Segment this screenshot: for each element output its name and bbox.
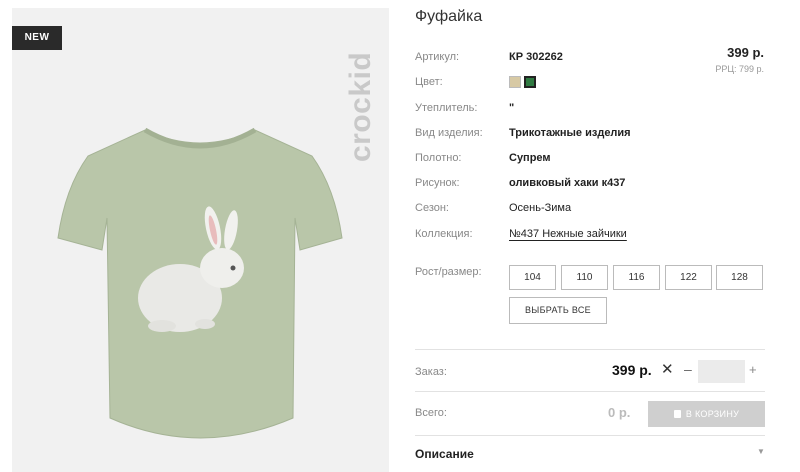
attr-label: Коллекция: [415,228,473,240]
attr-value: КР 302262 [509,51,563,63]
size-option[interactable]: 122 [665,265,712,290]
attr-label: Артикул: [415,51,460,63]
chevron-down-icon[interactable]: ▼ [757,447,765,456]
size-option[interactable]: 110 [561,265,608,290]
divider [415,349,765,350]
attr-value: оливковый хаки к437 [509,177,626,189]
decrease-quantity-button[interactable]: – [684,361,692,377]
shopping-bag-icon [673,410,681,418]
attr-label: Вид изделия: [415,127,483,139]
product-image[interactable]: NEW crockid [12,8,389,472]
quantity-input[interactable] [698,360,745,383]
divider [415,391,765,392]
add-to-cart-label: В КОРЗИНУ [685,409,740,419]
collection-link[interactable]: №437 Нежные зайчики [509,228,627,240]
size-option[interactable]: 104 [509,265,556,290]
product-title: Фуфайка [415,8,483,25]
total-label: Всего: [415,407,447,419]
attr-label: Цвет: [415,76,443,88]
color-swatch-green[interactable] [524,76,536,88]
size-option[interactable]: 128 [716,265,763,290]
multiply-icon: ✕ [661,361,674,378]
product-price: 399 р. [727,45,764,60]
sizes-label: Рост/размер: [415,266,482,278]
select-all-sizes-button[interactable]: ВЫБРАТЬ ВСЕ [509,297,607,324]
add-to-cart-button[interactable]: В КОРЗИНУ [648,401,765,427]
color-swatch-beige[interactable] [509,76,521,88]
description-toggle[interactable]: Описание [415,447,474,461]
order-label: Заказ: [415,366,447,378]
total-value: 0 р. [608,405,631,420]
attr-label: Сезон: [415,202,449,214]
attr-label: Утеплитель: [415,102,478,114]
attr-value: Трикотажные изделия [509,127,631,139]
size-option[interactable]: 116 [613,265,660,290]
attr-label: Рисунок: [415,177,460,189]
new-badge: NEW [12,26,62,50]
tshirt-illustration [57,127,343,439]
attr-value: Супрем [509,152,551,164]
attr-value: Осень-Зима [509,202,572,214]
increase-quantity-button[interactable]: + [749,362,757,377]
attr-value: " [509,102,515,114]
divider [415,435,765,436]
recommended-retail-price: РРЦ: 799 р. [715,64,764,74]
attr-label: Полотно: [415,152,462,164]
order-price: 399 р. [612,362,652,378]
